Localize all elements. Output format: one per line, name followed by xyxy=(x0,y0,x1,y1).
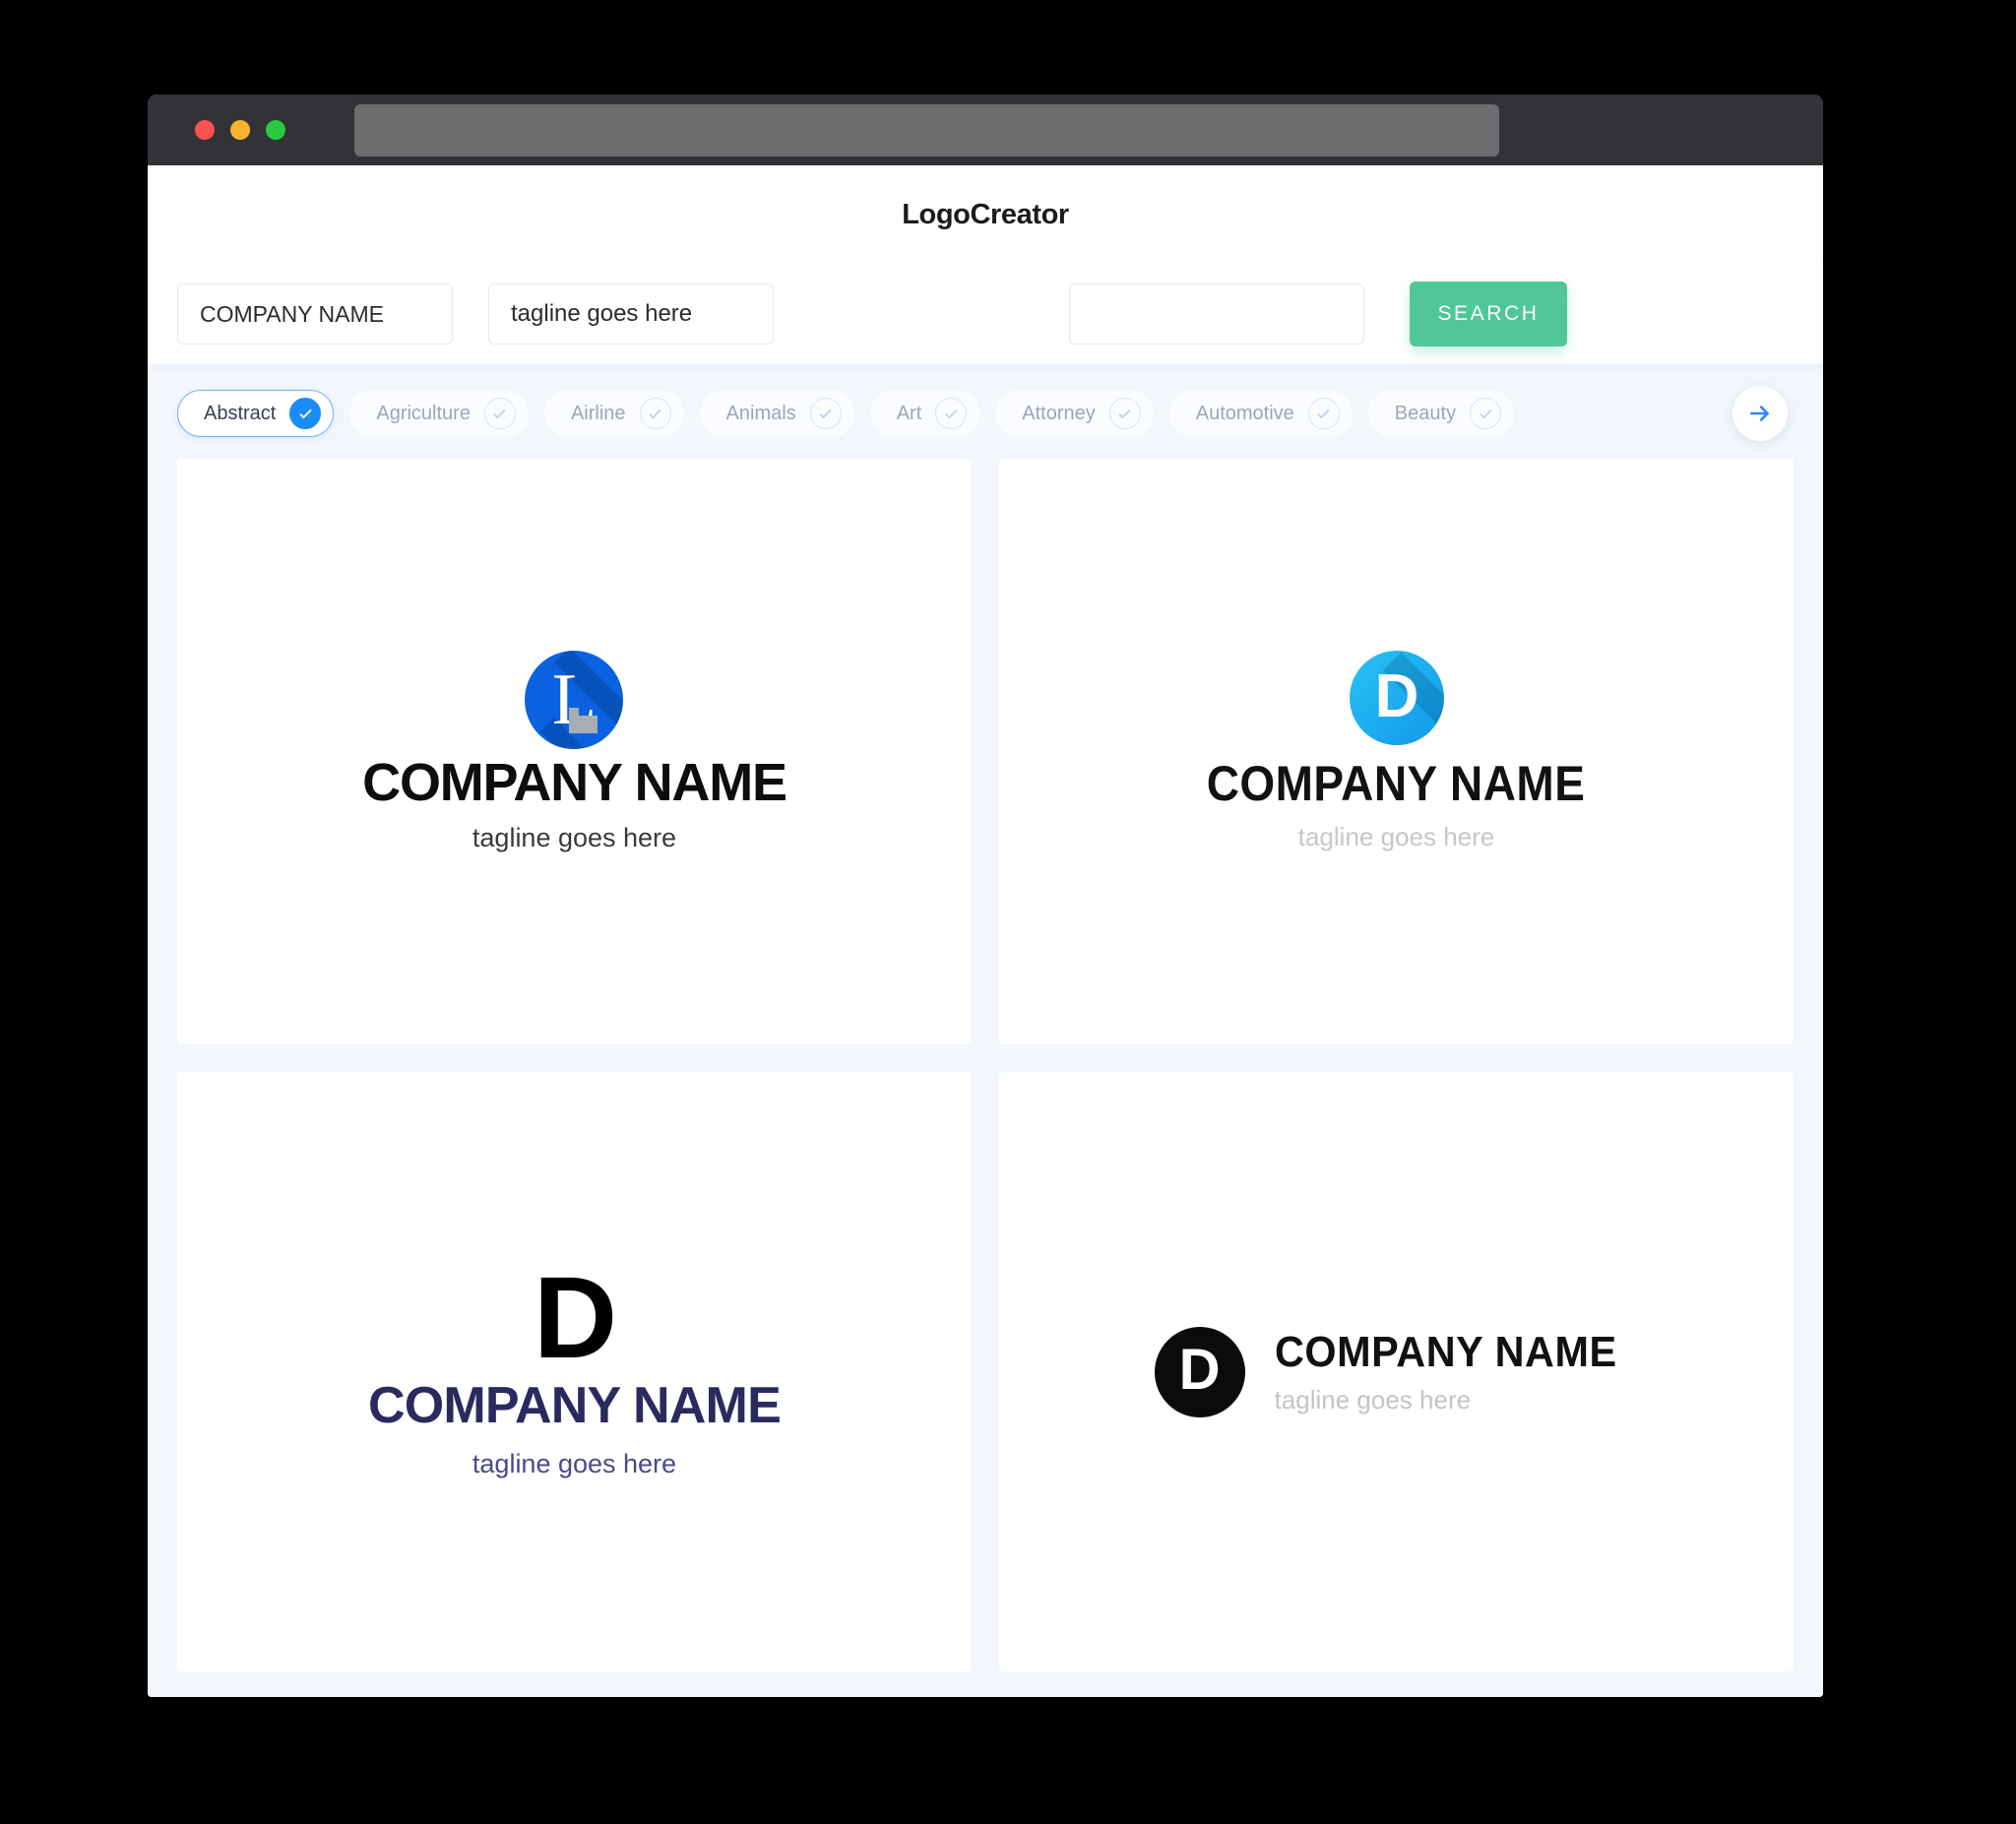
logo-preview: D COMPANY NAME tagline goes here xyxy=(1190,651,1602,852)
category-chip-agriculture[interactable]: Agriculture xyxy=(349,390,529,437)
category-chip-abstract[interactable]: Abstract xyxy=(177,390,335,437)
minimize-window-button[interactable] xyxy=(230,120,250,140)
category-chip-label: Abstract xyxy=(204,402,277,424)
tagline-input[interactable] xyxy=(488,283,774,345)
company-name-input[interactable] xyxy=(177,283,453,345)
logo-company-name: COMPANY NAME xyxy=(1274,1328,1617,1377)
check-circle-icon xyxy=(809,398,842,429)
logo-tagline: tagline goes here xyxy=(472,1449,677,1479)
logo-company-name: COMPANY NAME xyxy=(368,1377,782,1435)
check-circle-icon xyxy=(639,398,671,429)
category-chip-automotive[interactable]: Automotive xyxy=(1168,390,1353,437)
logo-mark-circle-d-icon: D xyxy=(1154,1326,1245,1417)
check-circle-icon xyxy=(483,398,516,429)
logo-card[interactable]: D COMPANY NAME tagline goes here xyxy=(999,459,1794,1045)
category-chip-airline[interactable]: Airline xyxy=(543,390,684,437)
category-chip-label: Airline xyxy=(570,402,626,424)
logo-results-grid: L COMPANY NAME tagline goes here D COMPA… xyxy=(148,459,1823,1697)
logo-card[interactable]: D COMPANY NAME tagline goes here xyxy=(999,1072,1794,1671)
category-chip-art[interactable]: Art xyxy=(869,390,980,437)
app-header: LogoCreator xyxy=(148,165,1823,264)
browser-titlebar xyxy=(148,94,1823,165)
check-circle-icon xyxy=(1307,398,1340,429)
content-area: Abstract Agriculture Airline Animals Art Atto… xyxy=(148,364,1823,1697)
categories-next-button[interactable] xyxy=(1732,386,1788,441)
logo-mark-circle-d-icon: D xyxy=(1349,651,1444,746)
category-chip-attorney[interactable]: Attorney xyxy=(995,390,1154,437)
keyword-input[interactable] xyxy=(1069,283,1364,345)
logo-mark-circle-l-icon: L xyxy=(525,650,624,749)
logo-company-name: COMPANY NAME xyxy=(362,752,788,812)
check-circle-icon xyxy=(935,398,968,429)
maximize-window-button[interactable] xyxy=(266,120,285,140)
logo-preview: D COMPANY NAME tagline goes here xyxy=(1154,1326,1639,1417)
window-controls xyxy=(195,120,285,140)
search-toolbar: SEARCH xyxy=(148,264,1823,364)
check-circle-icon xyxy=(1470,398,1502,429)
logo-tagline: tagline goes here xyxy=(1274,1385,1472,1415)
logo-mark-letter-icon: D xyxy=(533,1253,617,1384)
category-chip-label: Art xyxy=(896,402,922,424)
category-chip-beauty[interactable]: Beauty xyxy=(1367,390,1515,437)
category-chip-label: Beauty xyxy=(1394,402,1457,424)
arrow-right-icon xyxy=(1750,406,1769,421)
category-chip-animals[interactable]: Animals xyxy=(699,390,854,437)
category-chip-label: Automotive xyxy=(1195,402,1294,424)
logo-tagline: tagline goes here xyxy=(1297,822,1495,852)
category-chip-list: Abstract Agriculture Airline Animals Art Atto… xyxy=(177,390,1794,437)
category-chip-label: Attorney xyxy=(1022,402,1096,424)
category-chip-label: Animals xyxy=(725,402,796,424)
category-chip-label: Agriculture xyxy=(376,402,471,424)
category-filter-bar: Abstract Agriculture Airline Animals Art Atto… xyxy=(148,364,1823,459)
address-bar[interactable] xyxy=(354,103,1499,157)
logo-preview: L COMPANY NAME tagline goes here xyxy=(362,650,788,853)
page-body: LogoCreator SEARCH Abstract Agriculture Ai… xyxy=(148,165,1823,1697)
browser-window: LogoCreator SEARCH Abstract Agriculture Ai… xyxy=(148,94,1823,1697)
page-title: LogoCreator xyxy=(902,198,1069,230)
logo-preview: D COMPANY NAME tagline goes here xyxy=(368,1253,782,1479)
logo-tagline: tagline goes here xyxy=(472,822,677,852)
search-button[interactable]: SEARCH xyxy=(1410,282,1567,346)
logo-mark-letter: D xyxy=(1374,662,1419,731)
close-window-button[interactable] xyxy=(195,120,215,140)
check-circle-icon xyxy=(289,398,322,429)
logo-company-name: COMPANY NAME xyxy=(1207,756,1586,812)
check-circle-icon xyxy=(1108,398,1141,429)
logo-mark-letter: D xyxy=(1178,1337,1221,1402)
logo-card[interactable]: L COMPANY NAME tagline goes here xyxy=(177,459,972,1045)
logo-card[interactable]: D COMPANY NAME tagline goes here xyxy=(177,1072,972,1671)
